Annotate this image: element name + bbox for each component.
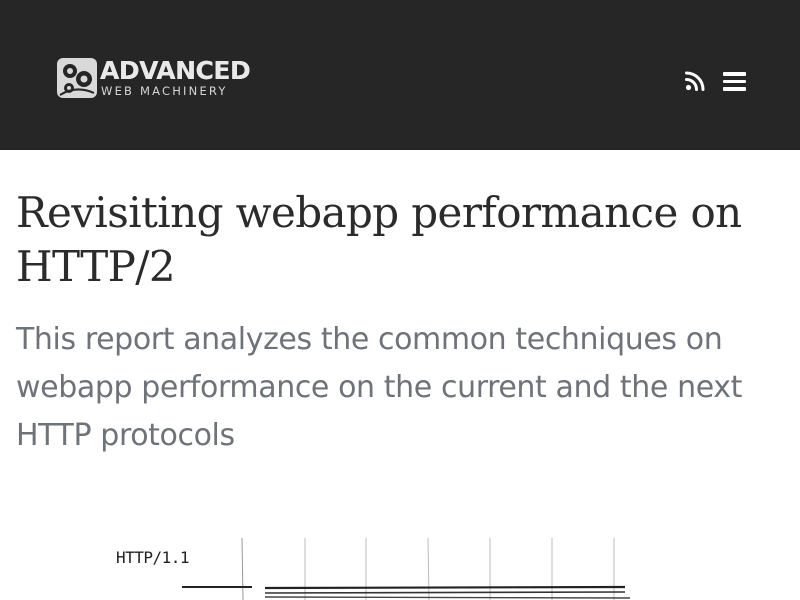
logo-line-web-machinery: WEB MACHINERY bbox=[101, 84, 228, 99]
logo-line-advanced: ADVANCED bbox=[100, 56, 251, 86]
hamburger-menu-icon[interactable] bbox=[723, 71, 747, 91]
site-logo-link[interactable]: ADVANCED WEB MACHINERY bbox=[56, 56, 266, 100]
site-header: ADVANCED WEB MACHINERY bbox=[0, 0, 800, 150]
logo-wordmark: ADVANCED WEB MACHINERY bbox=[100, 56, 251, 99]
gears-logo-icon bbox=[56, 57, 98, 99]
http-diagram-figure: HTTP/1.1 bbox=[100, 530, 660, 600]
article-subtitle: This report analyzes the common techniqu… bbox=[16, 322, 742, 453]
article-title: Revisiting webapp performance on HTTP/2 bbox=[16, 188, 742, 291]
figure-label-http11: HTTP/1.1 bbox=[116, 548, 190, 567]
rss-icon[interactable] bbox=[685, 71, 705, 91]
